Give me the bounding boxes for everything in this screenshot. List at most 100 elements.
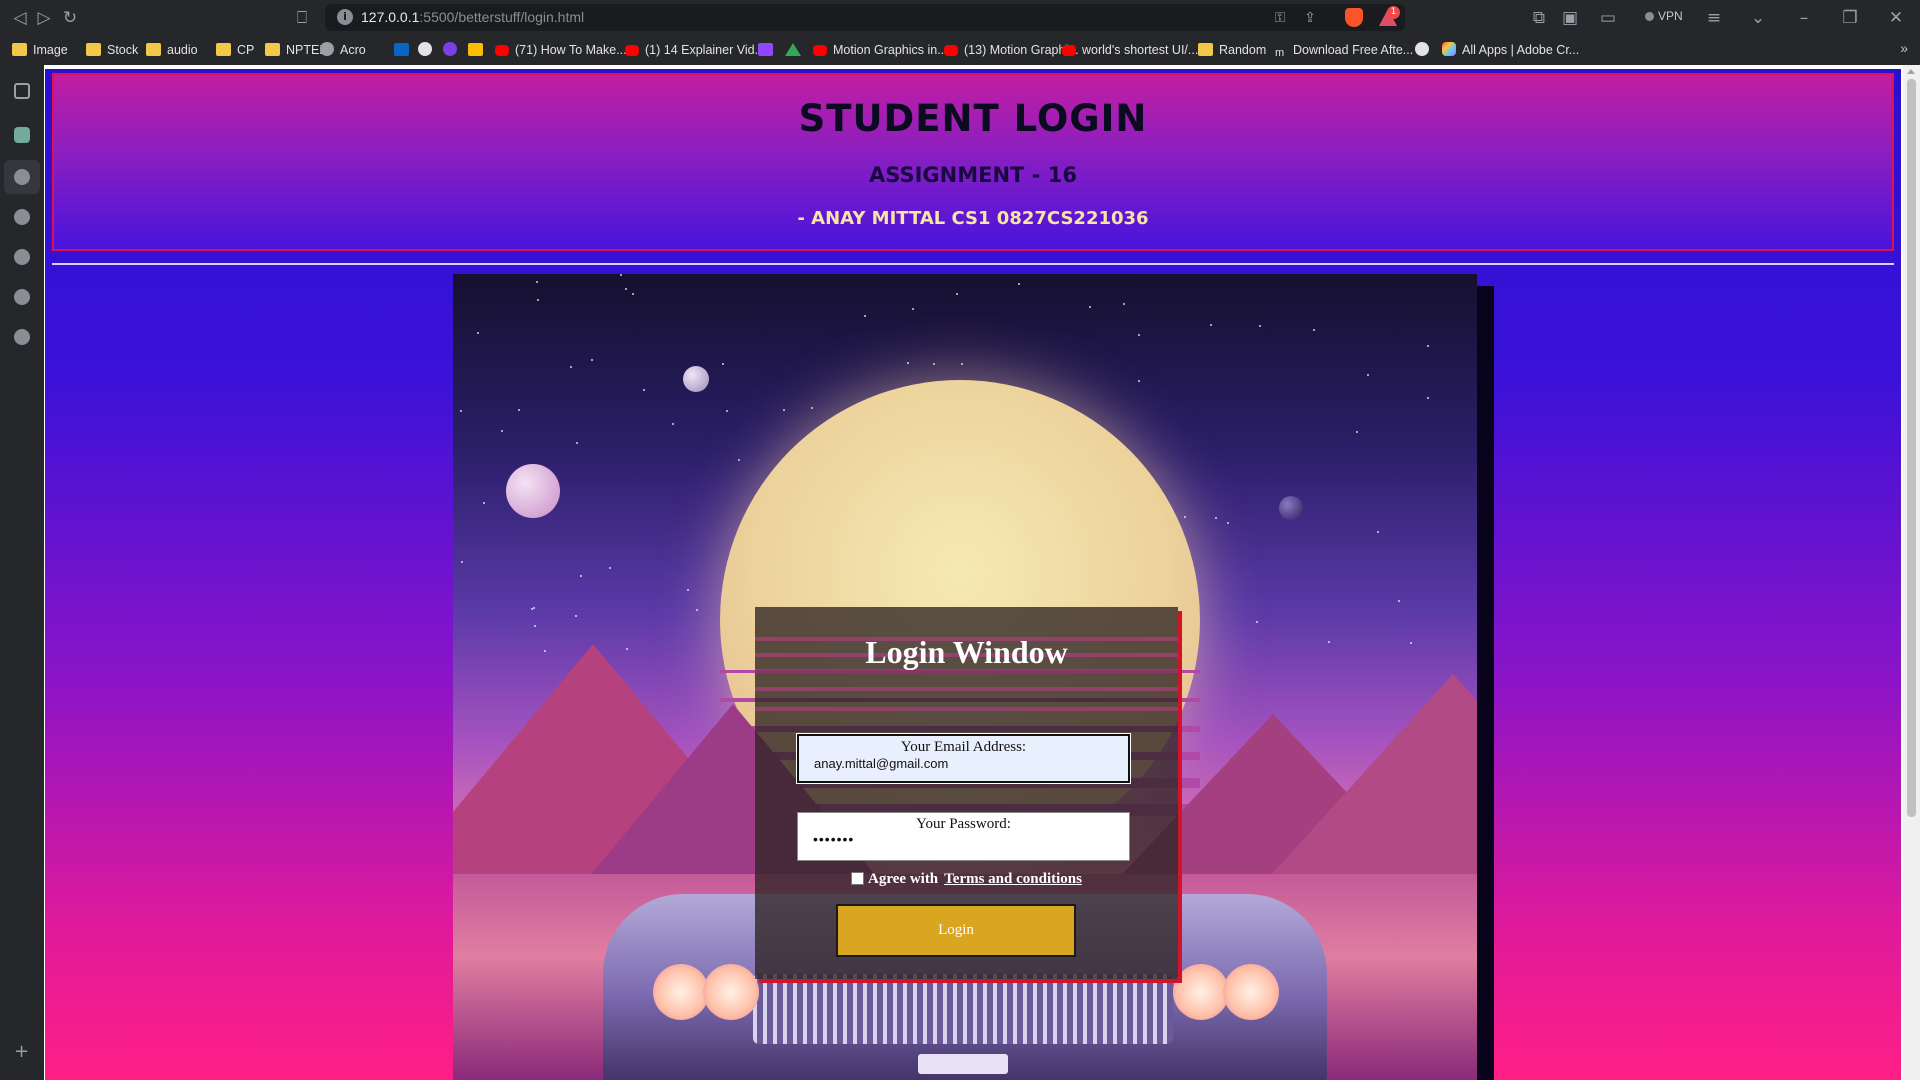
forward-icon[interactable]: ▷ (32, 6, 56, 30)
bookmark-item[interactable]: (71) How To Make... (495, 41, 627, 59)
folder-icon (86, 43, 101, 56)
bookmark-item[interactable]: Image (12, 41, 68, 59)
sidebar-panel-icon[interactable] (14, 83, 30, 99)
bookmark-label: Acro (340, 43, 366, 57)
bookmark-label: audio (167, 43, 198, 57)
bookmark-item[interactable]: (13) Motion Graphi... (944, 41, 1079, 59)
email-value[interactable]: anay.mittal@gmail.com (814, 756, 948, 771)
email-label: Your Email Address: (900, 739, 1027, 755)
menu-icon[interactable]: ≡ (1702, 6, 1726, 30)
bookmark-item[interactable]: Acro (320, 41, 366, 59)
youtube-icon (813, 45, 827, 56)
restore-icon[interactable]: ❐ (1838, 6, 1862, 30)
bookmark-item[interactable] (394, 41, 415, 59)
bookmark-item[interactable] (758, 41, 779, 59)
bookmark-item[interactable] (468, 41, 489, 59)
star (1356, 431, 1358, 433)
bookmark-item[interactable] (785, 41, 807, 59)
password-field[interactable]: Your Password: ••••••• (797, 812, 1130, 861)
bookmark-item[interactable]: NPTEL (265, 41, 326, 59)
page-viewport: STUDENT LOGIN ASSIGNMENT - 16 - ANAY MIT… (44, 65, 1920, 1080)
star (580, 575, 582, 577)
bookmark-item[interactable]: (1) 14 Explainer Vid... (625, 41, 765, 59)
chatgpt-icon[interactable] (14, 127, 30, 143)
folder-icon (1198, 43, 1213, 56)
bookmark-item[interactable] (443, 41, 463, 59)
star (501, 430, 503, 432)
terms-checkbox[interactable] (851, 872, 865, 885)
star (912, 308, 914, 310)
folder-icon (216, 43, 231, 56)
sidebar-toggle-icon[interactable]: ▣ (1558, 6, 1582, 30)
star (1367, 374, 1369, 376)
more-bookmarks-icon[interactable]: » (1900, 40, 1908, 56)
bookmark-item[interactable]: Stock (86, 41, 138, 59)
page-scrollbar[interactable] (1903, 65, 1920, 1080)
star (632, 293, 634, 295)
star (1398, 600, 1400, 602)
password-value[interactable]: ••••••• (813, 831, 854, 847)
star (811, 407, 813, 409)
terms-row: Agree with Terms and conditions (755, 871, 1178, 888)
brave-shields-icon[interactable] (1345, 8, 1363, 27)
globe-icon[interactable] (14, 329, 30, 345)
star (956, 293, 958, 295)
bookmark-page-icon[interactable]: ⎕ (290, 6, 314, 30)
globe-icon[interactable] (14, 209, 30, 225)
reload-icon[interactable]: ↻ (58, 6, 82, 30)
bookmark-item[interactable]: CP (216, 41, 254, 59)
back-icon[interactable]: ◁ (8, 6, 32, 30)
extensions-icon[interactable]: ⧉ (1527, 6, 1551, 30)
login-button[interactable]: Login (836, 904, 1076, 957)
star (1089, 306, 1091, 308)
vpn-button[interactable]: VPN (1645, 9, 1683, 23)
login-window: Login Window Your Email Address: anay.mi… (755, 607, 1178, 979)
bookmark-item[interactable] (418, 41, 438, 59)
bookmark-item[interactable]: Random (1198, 41, 1266, 59)
address-bar[interactable]: i 127.0.0.1:5500/betterstuff/login.html … (325, 4, 1405, 31)
wallet-icon[interactable]: ▭ (1596, 6, 1620, 30)
scroll-up-icon[interactable] (1907, 69, 1915, 74)
star (533, 607, 535, 609)
close-window-icon[interactable]: ✕ (1884, 6, 1908, 30)
globe-icon[interactable] (14, 169, 30, 185)
site-info-icon[interactable]: i (337, 9, 353, 25)
star (722, 363, 724, 365)
share-icon[interactable]: ⇪ (1299, 7, 1321, 29)
folder-icon (12, 43, 27, 56)
email-field[interactable]: Your Email Address: anay.mittal@gmail.co… (796, 733, 1131, 784)
folder-icon (146, 43, 161, 56)
bookmark-label: All Apps | Adobe Cr... (1462, 43, 1580, 57)
scroll-thumb[interactable] (1907, 79, 1916, 817)
bookmark-label: CP (237, 43, 255, 57)
terms-link[interactable]: Terms and conditions (944, 871, 1082, 887)
bookmark-item[interactable] (1415, 41, 1435, 59)
star (531, 608, 533, 610)
bookmark-item[interactable]: audio (146, 41, 198, 59)
bookmark-item[interactable]: world's shortest UI/... (1062, 41, 1198, 59)
star (672, 423, 674, 425)
key-icon[interactable]: ⚿ (1269, 7, 1291, 29)
bookmark-item[interactable]: m Download Free Afte... (1275, 41, 1413, 59)
planet (506, 464, 560, 518)
bookmark-item[interactable]: Motion Graphics in... (813, 41, 948, 59)
url-text[interactable]: 127.0.0.1:5500/betterstuff/login.html (361, 9, 584, 25)
bookmark-label: (1) 14 Explainer Vid... (645, 43, 765, 57)
star (738, 459, 740, 461)
github-icon (418, 42, 432, 56)
planet (1279, 496, 1303, 520)
bookmark-label: Stock (107, 43, 139, 57)
globe-icon[interactable] (14, 249, 30, 265)
minimize-icon[interactable]: – (1792, 6, 1816, 30)
star (907, 362, 909, 364)
star (1427, 345, 1429, 347)
tab-search-icon[interactable]: ⌄ (1746, 6, 1770, 30)
add-sidebar-item-icon[interactable]: + (14, 1041, 29, 1062)
star (576, 442, 578, 444)
star (536, 281, 538, 283)
star (687, 589, 689, 591)
globe-icon[interactable] (14, 289, 30, 305)
bookmark-item[interactable]: All Apps | Adobe Cr... (1442, 41, 1579, 59)
terms-prefix: Agree with (868, 871, 939, 887)
star (726, 410, 728, 412)
